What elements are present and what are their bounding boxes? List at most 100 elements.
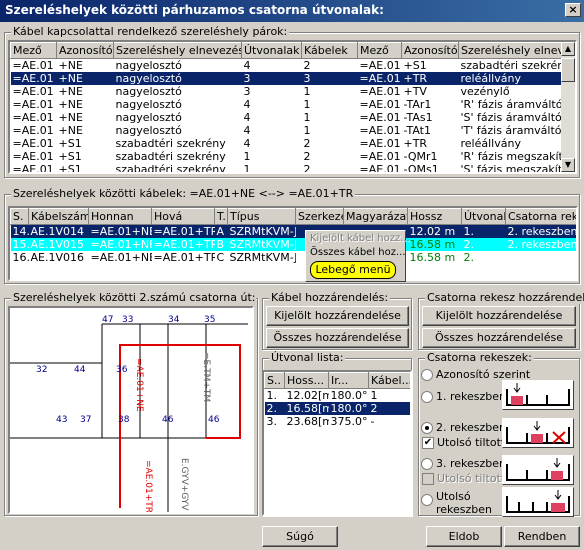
table-cell: +NE (58, 124, 83, 137)
column-header[interactable]: Azonosító (401, 42, 459, 59)
column-header[interactable]: Hová (151, 208, 215, 225)
column-header[interactable]: Szereléshely elnevezés (458, 42, 564, 59)
radio-by-id[interactable] (421, 369, 433, 381)
column-header[interactable]: Útvonalak (241, 42, 302, 59)
table-row[interactable]: 16. AE.1V016 =AE.01+NE =AE.01+TR C SZRMtKVM-J… (11, 251, 577, 264)
column-header[interactable]: Típus (227, 208, 296, 225)
table-row[interactable]: 1. 12.02[m]180.0°1 (265, 389, 411, 403)
table-cell: 1 (243, 163, 251, 174)
cable-assign-all-button[interactable]: Összes hozzárendelése (266, 328, 409, 348)
table-cell: +NE (58, 111, 83, 124)
table-row[interactable]: 2.16.58[m]180.0°2 (264, 402, 410, 415)
ok-button[interactable]: Rendben (504, 526, 580, 547)
table-row[interactable]: =AE.01 +NE nagyelosztó 4 1 =AE.01 -TAr1 'R' fáz… (11, 98, 564, 111)
table-cell: =AE.01 (359, 85, 401, 98)
column-header[interactable]: S. (10, 208, 29, 225)
table-cell: 'R' fázis áramváltó (460, 98, 563, 111)
column-header[interactable]: Ir... (328, 372, 369, 389)
table-row[interactable]: =AE.01 +NE nagyelosztó 4 1 =AE.01 -TAt1 'T' fáz… (11, 124, 564, 137)
cable-assign-selected-button[interactable]: Kijelölt hozzárendelése (266, 306, 409, 326)
table-row[interactable]: 14. AE.1V014 =AE.01+NE =AE.01+TR A SZRMtKVM-J… (10, 224, 576, 238)
drop-button[interactable]: Eldob (426, 526, 502, 547)
help-button[interactable]: Súgó (262, 526, 338, 547)
table-row[interactable]: =AE.01 +S1 szabadtéri szekrény 1 2 =AE.01 -QMs… (11, 163, 564, 174)
radio-first[interactable] (421, 391, 433, 403)
column-header[interactable]: Mező (357, 42, 402, 59)
table-cell: 1. (266, 389, 278, 402)
table-cell: nagyelosztó (115, 85, 182, 98)
column-header[interactable]: Hossz (407, 208, 462, 225)
routes-table: S..Hoss...Ir...Kábel... 1. 12.02[m]180.0°… (264, 372, 411, 428)
last-blocked-checkbox[interactable]: ✔ (422, 437, 434, 449)
table-cell: 4 (243, 59, 251, 72)
table-cell: 12.02 m (407, 224, 462, 238)
table-row[interactable]: =AE.01 +S1 szabadtéri szekrény 4 2 =AE.01 +TR r… (11, 137, 564, 150)
table-cell: =AE.01 (12, 111, 54, 124)
channel-assign-selected-button[interactable]: Kijelölt hozzárendelése (422, 306, 576, 326)
last-blocked-label: Utolsó tiltott (437, 436, 506, 449)
table-cell: 1 (303, 124, 311, 137)
pairs-vscroll[interactable]: ▲ ▼ (561, 42, 575, 172)
column-header[interactable]: T. (214, 208, 228, 225)
context-menu-item-selected[interactable]: Kijelölt kábel hozz... (310, 233, 410, 244)
table-row[interactable]: 3. 23.68[m]375.0°- (265, 415, 411, 428)
table-row[interactable]: =AE.01 +NE nagyelosztó 4 1 =AE.01 -TAs1 'S' fáz… (11, 111, 564, 124)
table-cell: =AE.01 (10, 72, 57, 85)
column-header[interactable]: Kábelek (301, 42, 358, 59)
column-header[interactable]: S.. (264, 372, 285, 389)
table-cell: -TAt1 (403, 124, 431, 137)
column-header[interactable]: Szerkezet (295, 208, 344, 225)
route-node-label: 38 (118, 415, 130, 425)
channel-assign-label: Csatorna rekesz hozzárendelés: (425, 291, 584, 304)
column-header[interactable]: Kábel... (368, 372, 410, 389)
column-header[interactable]: Mező (10, 42, 57, 59)
table-cell: =AE.01+TR (151, 224, 215, 238)
table-cell: =AE.01 (12, 163, 54, 174)
channel-assign-all-button[interactable]: Összes hozzárendelése (422, 328, 576, 348)
table-cell: 2 (303, 163, 311, 174)
radio-third[interactable] (421, 458, 433, 470)
close-button[interactable]: × (565, 3, 581, 17)
column-header[interactable]: Csatorna rekesz (505, 208, 576, 225)
table-cell: 1 (303, 85, 311, 98)
column-header[interactable]: Kábelszám (28, 208, 89, 225)
radio-second[interactable] (421, 422, 433, 434)
radio-last[interactable] (421, 494, 433, 506)
table-cell: szabadtéri szekrény (460, 59, 564, 72)
route-diagram: 47 33 34 35 32 44 36 43 37 38 46 46 =AE.… (10, 315, 248, 512)
scroll-down-icon[interactable]: ▼ (561, 158, 575, 172)
routes-list-label: Útvonal lista: (269, 351, 346, 364)
compartment-third-icon (502, 455, 574, 485)
column-header[interactable]: Szereléshely elnevezés (113, 42, 242, 59)
table-cell: 2. (264, 402, 285, 415)
scroll-thumb[interactable] (561, 58, 575, 82)
table-cell: 23.68[m] (286, 415, 329, 428)
table-cell: +TV (403, 85, 427, 98)
table-row[interactable]: 15. AE.1V015 =AE.01+NE =AE.01+TR B SZRMtKVM-J… (10, 238, 576, 251)
pairs-table-frame: Mező Azonosító Szereléshely elnevezés Útvon… (8, 40, 577, 174)
table-cell: AE.1V015 (28, 238, 89, 251)
table-row[interactable]: =AE.01 +NE nagyelosztó 3 1 =AE.01 +TV vezénylő (11, 85, 564, 98)
table-cell: nagyelosztó (115, 111, 182, 124)
table-cell: szabadtéri szekrény (115, 163, 226, 174)
table-cell: 180.0° (328, 402, 369, 415)
column-header[interactable]: Azonosító (56, 42, 114, 59)
table-cell: +NE (58, 59, 83, 72)
table-cell: 4 (243, 124, 251, 137)
table-row[interactable]: =AE.01 +NE nagyelosztó 4 2 =AE.01 +S1 szabadtér… (11, 59, 564, 73)
column-header[interactable]: Útvonal (461, 208, 506, 225)
table-cell: 2. (463, 251, 475, 264)
table-row[interactable]: =AE.01 +S1 szabadtéri szekrény 1 2 =AE.01 -QMr… (11, 150, 564, 163)
column-header[interactable]: Hoss... (284, 372, 329, 389)
scroll-up-icon[interactable]: ▲ (561, 42, 575, 56)
table-cell: 1. (461, 224, 506, 238)
table-cell: 3 (241, 72, 302, 85)
table-row[interactable]: =AE.01 +NE nagyelosztó 3 3 =AE.01 +TR reléállvá… (10, 72, 564, 85)
table-cell: 1 (370, 389, 378, 402)
column-header[interactable]: Magyarázat (343, 208, 408, 225)
table-cell: =AE.01 (12, 150, 54, 163)
table-cell: =AE.01 (359, 150, 401, 163)
column-header[interactable]: Honnan (88, 208, 152, 225)
context-menu-item-all[interactable]: Összes kábel hoz... (310, 247, 406, 258)
table-cell: 2. (461, 238, 506, 251)
